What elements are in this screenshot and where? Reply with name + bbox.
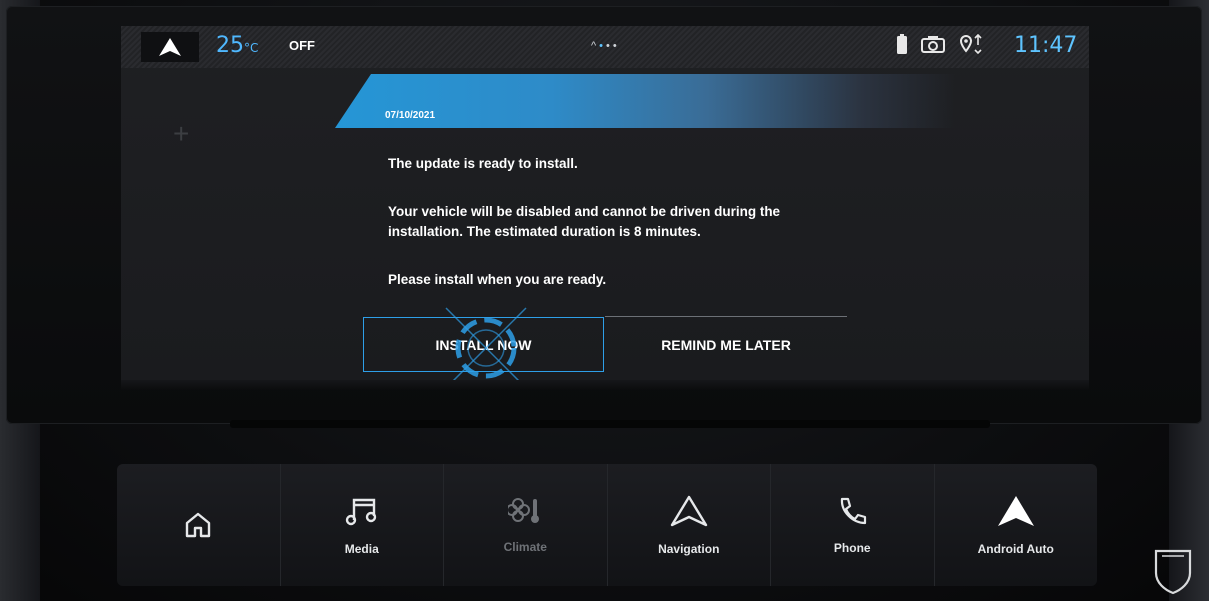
page-dot: •	[606, 40, 613, 52]
status-bar: 25°C OFF ^••• 11:47	[121, 26, 1089, 68]
climate-fan-icon	[508, 498, 540, 523]
android-auto-icon	[159, 38, 181, 56]
page-dot: •	[612, 40, 620, 52]
phone-icon	[841, 497, 867, 525]
dock-label-phone: Phone	[833, 541, 871, 555]
dock-item-climate[interactable]: Climate	[444, 464, 608, 586]
add-widget-plus-icon[interactable]: +	[173, 118, 189, 150]
dock-item-android-auto[interactable]: Android Auto	[935, 464, 1098, 586]
home-icon	[186, 512, 211, 538]
battery-icon	[897, 34, 907, 54]
dock-item-media[interactable]: Media	[281, 464, 444, 586]
dock-label-android-auto: Android Auto	[977, 542, 1054, 556]
dock-item-home[interactable]	[117, 464, 281, 586]
location-icon	[959, 34, 982, 54]
dock-item-phone[interactable]: Phone	[771, 464, 935, 586]
android-auto-status-button[interactable]	[141, 32, 199, 62]
update-date: 07/10/2021	[385, 110, 436, 121]
android-auto-icon	[997, 496, 1034, 526]
temperature-value: 25	[216, 33, 244, 58]
page-indicator: ^•••	[591, 40, 620, 52]
dock-label-navigation: Navigation	[658, 542, 720, 556]
page-dot-active: •	[599, 40, 607, 52]
music-note-icon	[345, 498, 376, 526]
clock: 11:47	[1014, 33, 1078, 58]
bottom-dock: Media Climate Navigation Phone Android A…	[117, 464, 1097, 586]
dock-item-navigation[interactable]: Navigation	[608, 464, 771, 586]
dock-label-climate: Climate	[503, 540, 547, 554]
update-ready-text: The update is ready to install.	[388, 156, 578, 171]
temperature-display[interactable]: 25°C	[216, 33, 258, 58]
display-mount-bar	[230, 420, 990, 428]
status-icons	[897, 34, 983, 54]
peugeot-shield-logo-icon	[1154, 549, 1192, 595]
camera-icon	[921, 36, 945, 53]
temperature-unit: °C	[244, 41, 259, 55]
page-up-chevron-icon: ^	[591, 40, 600, 52]
ac-status[interactable]: OFF	[289, 38, 315, 53]
update-warning-text: Your vehicle will be disabled and cannot…	[388, 204, 781, 239]
install-now-button[interactable]: INSTALL NOW	[363, 317, 604, 372]
remind-me-later-button[interactable]: REMIND ME LATER	[605, 317, 847, 372]
navigation-arrow-icon	[670, 495, 707, 527]
infotainment-screen: 25°C OFF ^••• 11:47 + 07/10/2021 The upd…	[121, 26, 1089, 380]
dock-label-media: Media	[344, 542, 379, 556]
screen-bottom-edge	[121, 380, 1089, 390]
install-prompt-text: Please install when you are ready.	[388, 272, 607, 287]
